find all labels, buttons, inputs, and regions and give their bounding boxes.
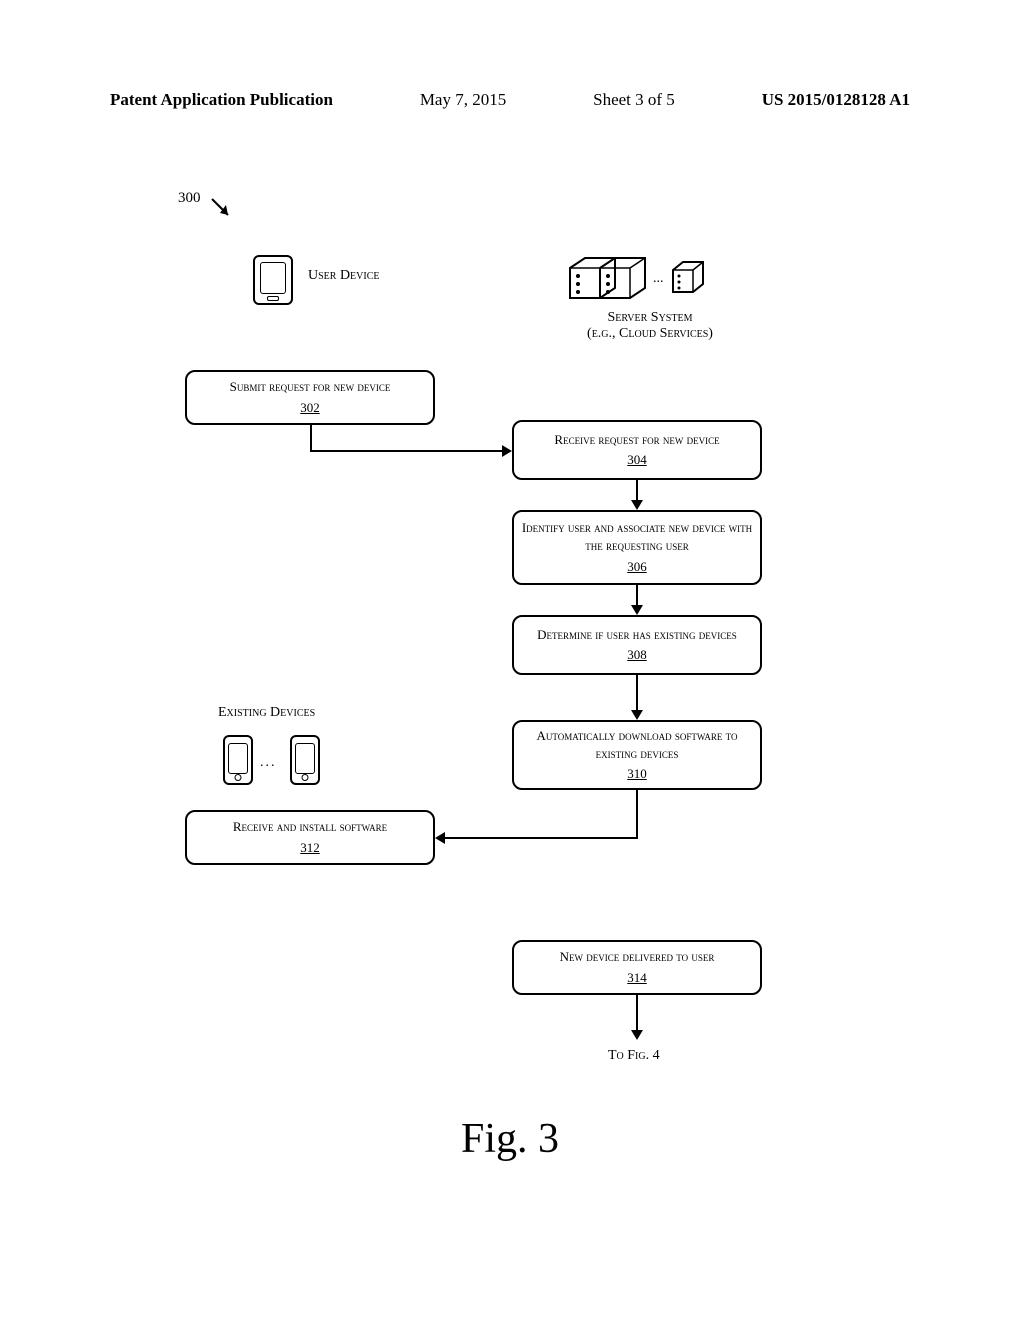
box-302-ref: 302 bbox=[300, 399, 320, 417]
box-304-ref: 304 bbox=[627, 451, 647, 469]
arrow-icon bbox=[631, 710, 643, 720]
connector-line bbox=[636, 675, 638, 710]
pointer-arrow-icon bbox=[210, 195, 240, 225]
figure-caption: Fig. 3 bbox=[0, 1115, 1020, 1163]
connector-line bbox=[310, 425, 312, 450]
existing-devices-label: Existing Devices bbox=[218, 705, 315, 721]
box-304-text: Receive request for new device bbox=[554, 431, 719, 449]
figure-number-label: 300 bbox=[178, 190, 201, 207]
page: Patent Application Publication May 7, 20… bbox=[0, 0, 1020, 1320]
box-302-text: Submit request for new device bbox=[230, 378, 391, 396]
sheet-label: Sheet 3 of 5 bbox=[593, 90, 675, 110]
server-system-label: Server System (e.g., Cloud Services) bbox=[570, 310, 730, 342]
box-312: Receive and install software 312 bbox=[185, 810, 435, 865]
arrow-icon bbox=[631, 605, 643, 615]
box-308: Determine if user has existing devices 3… bbox=[512, 615, 762, 675]
connector-line bbox=[636, 480, 638, 500]
connector-line bbox=[310, 450, 502, 452]
ellipsis: ... bbox=[260, 755, 277, 771]
publication-label: Patent Application Publication bbox=[110, 90, 333, 110]
box-314-ref: 314 bbox=[627, 969, 647, 987]
box-306-ref: 306 bbox=[627, 558, 647, 576]
tablet-icon bbox=[253, 255, 293, 305]
box-314: New device delivered to user 314 bbox=[512, 940, 762, 995]
arrow-icon bbox=[631, 500, 643, 510]
to-fig4-label: To Fig. 4 bbox=[608, 1048, 660, 1064]
box-310-ref: 310 bbox=[627, 765, 647, 783]
box-304: Receive request for new device 304 bbox=[512, 420, 762, 480]
connector-line bbox=[445, 837, 638, 839]
server-icon: ... bbox=[565, 250, 715, 310]
box-308-text: Determine if user has existing devices bbox=[537, 626, 737, 644]
phone-icon bbox=[290, 735, 320, 785]
arrow-icon bbox=[631, 1030, 643, 1040]
svg-text:...: ... bbox=[653, 271, 664, 286]
phone-icon bbox=[223, 735, 253, 785]
publication-date: May 7, 2015 bbox=[420, 90, 506, 110]
box-306: Identify user and associate new device w… bbox=[512, 510, 762, 585]
connector-line bbox=[636, 995, 638, 1030]
user-device-label: User Device bbox=[308, 268, 380, 284]
arrow-icon bbox=[435, 832, 445, 844]
server-label-line1: Server System bbox=[608, 310, 693, 325]
box-312-text: Receive and install software bbox=[233, 818, 387, 836]
box-312-ref: 312 bbox=[300, 839, 320, 857]
connector-line bbox=[636, 790, 638, 838]
page-header: Patent Application Publication May 7, 20… bbox=[0, 90, 1020, 110]
publication-number: US 2015/0128128 A1 bbox=[762, 90, 910, 110]
server-label-line2: (e.g., Cloud Services) bbox=[587, 326, 713, 341]
box-306-text: Identify user and associate new device w… bbox=[518, 519, 756, 555]
box-310-text: Automatically download software to exist… bbox=[518, 727, 756, 763]
box-310: Automatically download software to exist… bbox=[512, 720, 762, 790]
box-314-text: New device delivered to user bbox=[560, 948, 715, 966]
arrow-icon bbox=[502, 445, 512, 457]
box-302: Submit request for new device 302 bbox=[185, 370, 435, 425]
box-308-ref: 308 bbox=[627, 646, 647, 664]
connector-line bbox=[636, 585, 638, 605]
